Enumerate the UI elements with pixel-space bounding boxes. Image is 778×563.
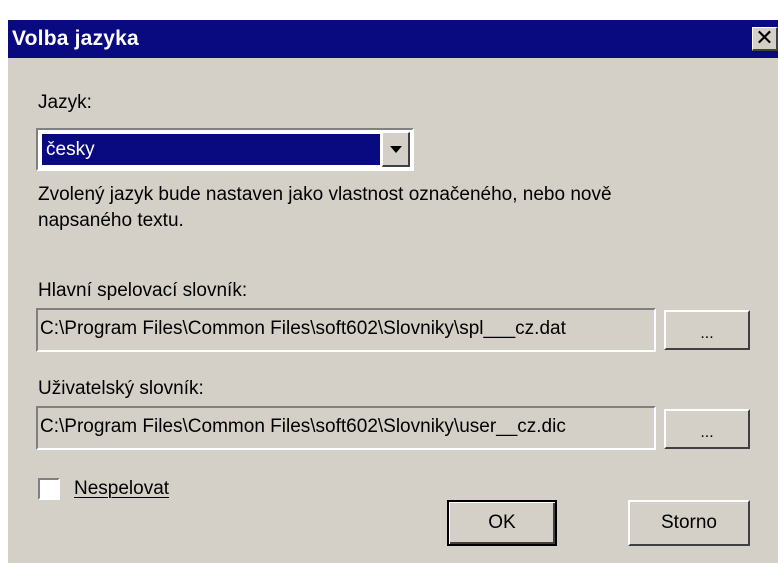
title-bar[interactable]: Volba jazyka ✕ bbox=[8, 20, 778, 58]
language-description-line1: Zvolený jazyk bude nastaven jako vlastno… bbox=[38, 184, 612, 205]
chevron-down-icon bbox=[390, 146, 402, 153]
background-top bbox=[0, 0, 778, 20]
background-left bbox=[0, 0, 8, 563]
ok-button[interactable]: OK bbox=[447, 500, 557, 546]
dropdown-button[interactable] bbox=[382, 132, 410, 167]
language-selected-value: česky bbox=[42, 134, 380, 165]
main-dictionary-browse-button[interactable]: ... bbox=[664, 310, 750, 350]
close-icon: ✕ bbox=[755, 25, 774, 50]
user-dictionary-browse-button[interactable]: ... bbox=[664, 409, 750, 449]
language-label: Jazyk: bbox=[38, 92, 92, 113]
close-button[interactable]: ✕ bbox=[752, 27, 778, 51]
main-dictionary-label: Hlavní spelovací slovník: bbox=[38, 280, 248, 301]
user-dictionary-label: Uživatelský slovník: bbox=[38, 378, 204, 399]
window-title: Volba jazyka bbox=[12, 27, 139, 50]
cancel-button[interactable]: Storno bbox=[628, 500, 750, 546]
language-dialog: Volba jazyka ✕ Jazyk: česky Zvolený jazy… bbox=[0, 0, 778, 563]
no-spellcheck-checkbox[interactable] bbox=[38, 478, 60, 500]
main-dictionary-path-field[interactable]: C:\Program Files\Common Files\soft602\Sl… bbox=[36, 308, 656, 352]
no-spellcheck-label[interactable]: Nespelovat bbox=[74, 478, 169, 500]
user-dictionary-path-field[interactable]: C:\Program Files\Common Files\soft602\Sl… bbox=[36, 406, 656, 450]
language-description-line2: napsaného textu. bbox=[38, 210, 184, 231]
language-select[interactable]: česky bbox=[36, 128, 414, 171]
